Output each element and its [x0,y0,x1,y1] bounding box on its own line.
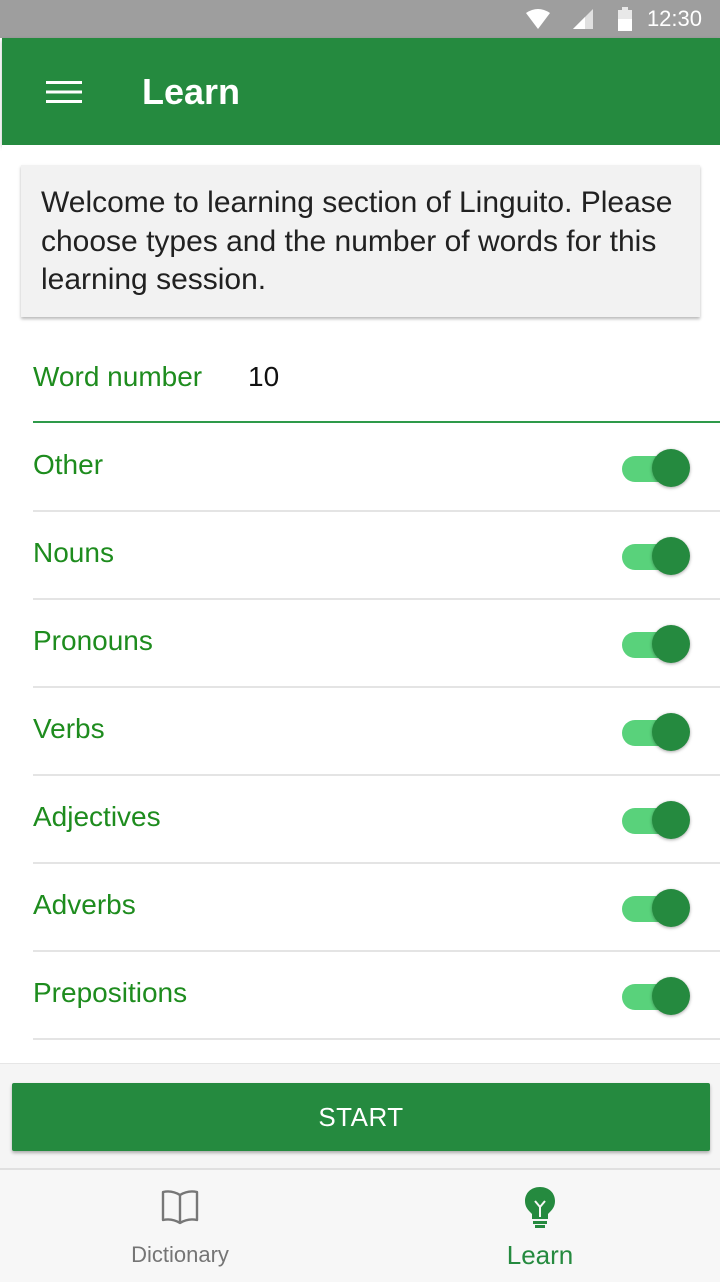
welcome-card: Welcome to learning section of Linguito.… [21,165,700,317]
type-row-pronouns: Pronouns [33,599,720,688]
toggle-thumb [652,889,690,927]
toggle-adjectives[interactable] [620,799,690,839]
type-label: Nouns [33,537,114,568]
type-row-adjectives: Adjectives [33,775,720,864]
toggle-thumb [652,449,690,487]
toggle-thumb [652,801,690,839]
type-label: Verbs [33,713,105,744]
lightbulb-icon [525,1187,555,1228]
word-number-row: Word number [33,343,720,423]
toggle-thumb [652,537,690,575]
toggle-prepositions[interactable] [620,975,690,1015]
toggle-other[interactable] [620,447,690,487]
nav-item-dictionary[interactable]: Dictionary [0,1170,360,1282]
word-number-label: Word number [33,361,203,392]
nav-item-learn[interactable]: Learn [360,1170,720,1282]
battery-icon [617,7,632,31]
type-row-other: Other [33,423,720,512]
toggle-pronouns[interactable] [620,623,690,663]
type-row-nouns: Nouns [33,511,720,600]
toggle-thumb [652,625,690,663]
status-icons: 12:30 [525,0,702,38]
toggle-verbs[interactable] [620,711,690,751]
toggle-thumb [652,713,690,751]
start-area: START [0,1063,720,1168]
status-time: 12:30 [646,6,702,31]
start-button[interactable]: START [12,1083,710,1151]
type-label: Pronouns [33,625,153,656]
type-row-adverbs: Adverbs [33,863,720,952]
type-label: Adjectives [33,801,161,832]
menu-icon[interactable] [46,78,84,106]
nav-label-learn: Learn [506,1240,574,1270]
main-content: Welcome to learning section of Linguito.… [2,145,720,1063]
signal-icon [572,9,593,29]
type-label: Adverbs [33,889,136,920]
type-row-verbs: Verbs [33,687,720,776]
app-bar: Learn [2,38,720,145]
bottom-nav: Dictionary Learn [0,1168,720,1282]
wifi-icon [525,9,550,29]
word-number-input[interactable] [248,361,548,393]
status-bar: 12:30 [0,0,720,38]
type-label: Prepositions [33,977,188,1008]
toggle-nouns[interactable] [620,535,690,575]
type-label: Other [33,449,104,480]
toggle-thumb [652,977,690,1015]
toggle-adverbs[interactable] [620,887,690,927]
page-title: Learn [142,71,241,112]
book-icon [161,1190,199,1225]
type-row-prepositions: Prepositions [33,951,720,1040]
